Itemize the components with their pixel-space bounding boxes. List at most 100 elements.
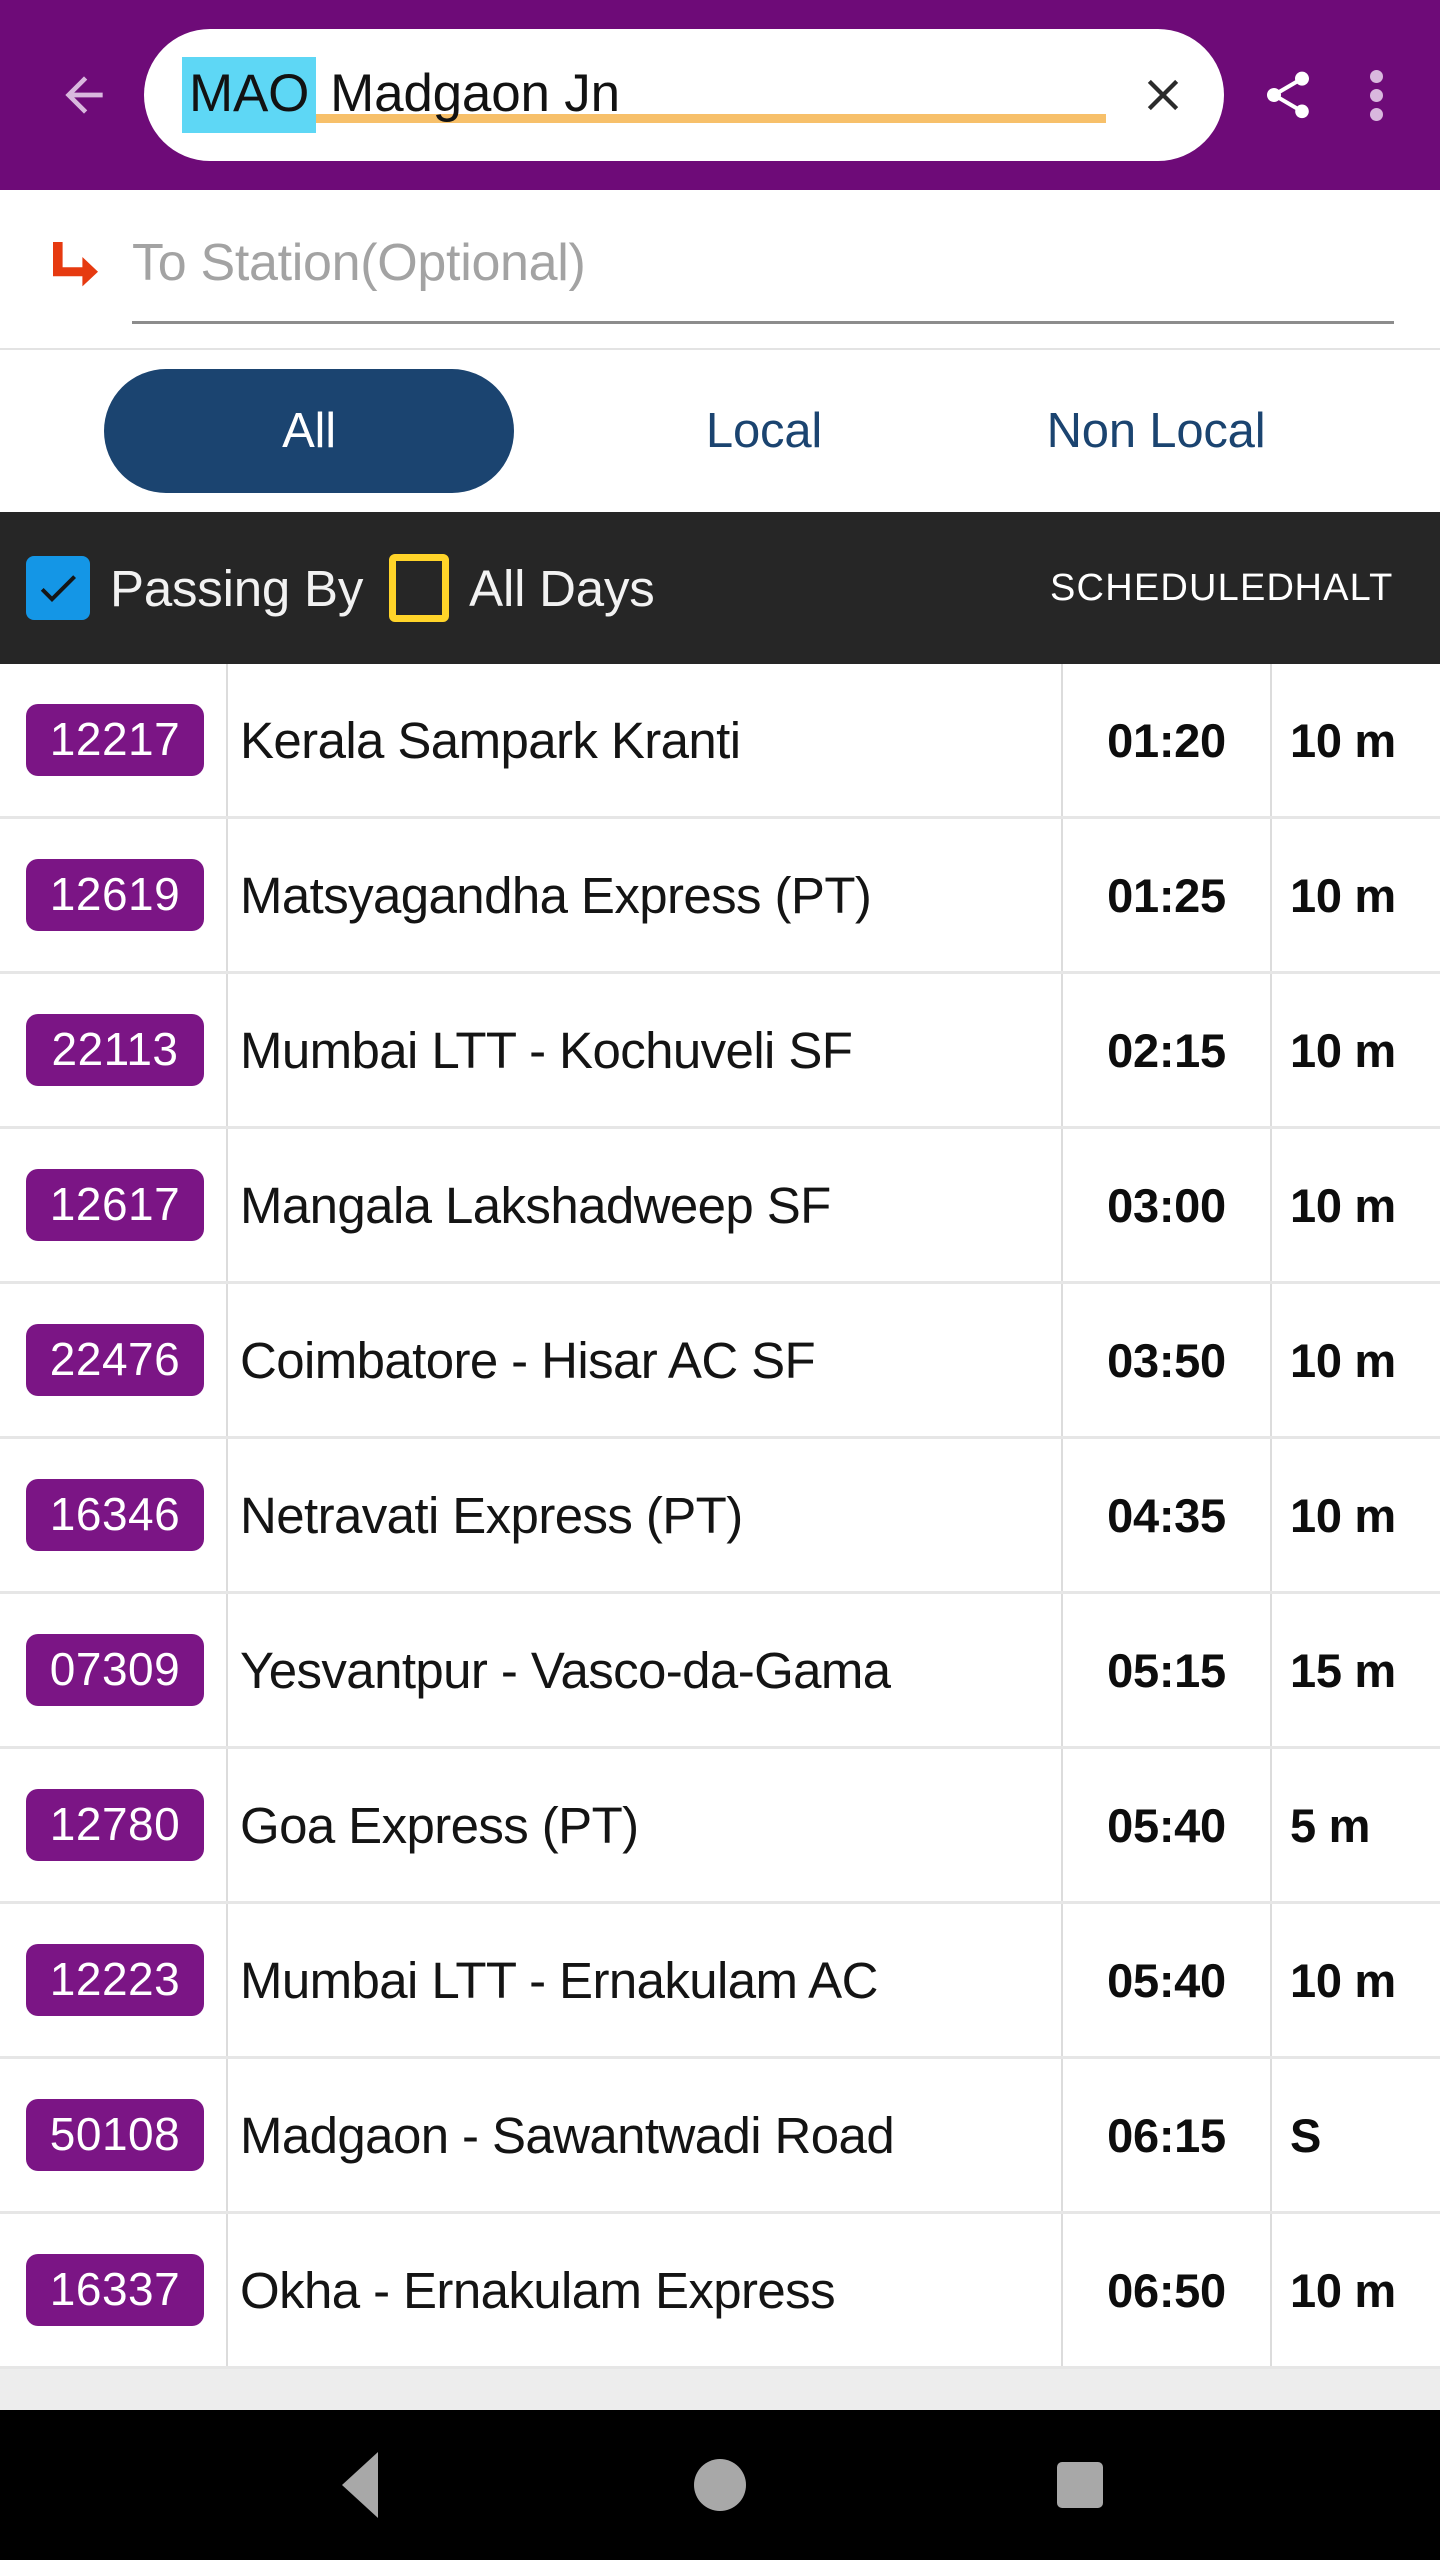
table-row[interactable]: 50108 Madgaon - Sawantwadi Road 06:15 S xyxy=(0,2059,1440,2214)
train-name-cell: Netravati Express (PT) xyxy=(228,1439,1063,1591)
clear-search-button[interactable] xyxy=(1120,52,1206,138)
search-field[interactable]: MAO Madgaon Jn xyxy=(144,29,1224,161)
more-vertical-icon xyxy=(1369,64,1383,127)
table-row[interactable]: 16346 Netravati Express (PT) 04:35 10 m xyxy=(0,1439,1440,1594)
train-name-cell: Goa Express (PT) xyxy=(228,1749,1063,1901)
train-scheduled-cell: 01:25 xyxy=(1063,819,1272,971)
train-halt-duration: 10 m xyxy=(1290,1333,1396,1387)
train-number-badge: 12217 xyxy=(26,704,204,776)
table-row[interactable]: 22113 Mumbai LTT - Kochuveli SF 02:15 10 m xyxy=(0,974,1440,1129)
train-scheduled-time: 04:35 xyxy=(1107,1488,1226,1542)
circle-home-icon xyxy=(694,2459,746,2511)
table-row[interactable]: 12619 Matsyagandha Express (PT) 01:25 10 m xyxy=(0,819,1440,974)
train-number-badge: 12780 xyxy=(26,1789,204,1861)
table-row[interactable]: 12780 Goa Express (PT) 05:40 5 m xyxy=(0,1749,1440,1904)
all-days-checkbox[interactable] xyxy=(389,554,450,622)
top-app-bar: MAO Madgaon Jn xyxy=(0,0,1440,190)
tab-non-local[interactable]: Non Local xyxy=(1006,403,1306,459)
train-scheduled-cell: 03:50 xyxy=(1063,1284,1272,1436)
table-row[interactable]: 07309 Yesvantpur - Vasco-da-Gama 05:15 15 m xyxy=(0,1594,1440,1749)
train-halt-cell: 10 m xyxy=(1272,974,1440,1126)
passing-by-label: Passing By xyxy=(110,559,364,617)
share-icon xyxy=(1267,71,1309,119)
to-station-placeholder: To Station(Optional) xyxy=(132,233,586,292)
train-name-cell: Okha - Ernakulam Express xyxy=(228,2214,1063,2366)
passing-by-checkbox[interactable] xyxy=(26,556,90,620)
nav-back-button[interactable] xyxy=(300,2425,420,2545)
menu-dot-3 xyxy=(1369,107,1383,121)
train-scheduled-time: 05:15 xyxy=(1107,1643,1226,1697)
checkbox-checked-icon xyxy=(40,575,76,602)
train-name-text: Goa Express (PT) xyxy=(240,1796,639,1854)
train-scheduled-time: 03:00 xyxy=(1107,1178,1226,1232)
train-scheduled-cell: 05:40 xyxy=(1063,1749,1272,1901)
train-number-badge: 16346 xyxy=(26,1479,204,1551)
share-button[interactable] xyxy=(1238,45,1338,145)
overflow-menu-button[interactable] xyxy=(1338,45,1414,145)
nav-home-button[interactable] xyxy=(660,2425,780,2545)
train-name-text: Matsyagandha Express (PT) xyxy=(240,866,872,924)
train-halt-cell: 10 m xyxy=(1272,1129,1440,1281)
tab-local[interactable]: Local xyxy=(614,403,914,459)
train-halt-cell: 10 m xyxy=(1272,2214,1440,2366)
nav-recents-button[interactable] xyxy=(1020,2425,1140,2545)
train-halt-duration: 10 m xyxy=(1290,2263,1396,2317)
train-number-badge: 12619 xyxy=(26,859,204,931)
menu-dot-1 xyxy=(1369,69,1383,83)
train-scheduled-cell: 05:15 xyxy=(1063,1594,1272,1746)
table-row[interactable]: 12617 Mangala Lakshadweep SF 03:00 10 m xyxy=(0,1129,1440,1284)
table-row[interactable]: 22476 Coimbatore - Hisar AC SF 03:50 10 m xyxy=(0,1284,1440,1439)
train-number-cell: 16346 xyxy=(0,1439,228,1591)
train-halt-duration: S xyxy=(1290,2108,1322,2162)
train-number-cell: 12780 xyxy=(0,1749,228,1901)
train-halt-duration: 10 m xyxy=(1290,1023,1396,1077)
table-row[interactable]: 12217 Kerala Sampark Kranti 01:20 10 m xyxy=(0,664,1440,819)
train-name-text: Kerala Sampark Kranti xyxy=(240,711,741,769)
app-screen: MAO Madgaon Jn To Station(Optional) All … xyxy=(0,0,1440,2560)
train-halt-duration: 5 m xyxy=(1290,1798,1371,1852)
back-button[interactable] xyxy=(36,47,132,143)
station-name-text: Madgaon Jn xyxy=(330,63,620,123)
station-code-highlight: MAO xyxy=(182,56,317,133)
train-halt-cell: 15 m xyxy=(1272,1594,1440,1746)
train-number-cell: 12619 xyxy=(0,819,228,971)
train-halt-cell: S xyxy=(1272,2059,1440,2211)
to-station-arrow xyxy=(26,224,116,314)
train-halt-cell: 10 m xyxy=(1272,664,1440,816)
corner-down-right-arrow-icon xyxy=(53,242,98,287)
train-halt-cell: 5 m xyxy=(1272,1749,1440,1901)
train-number-badge: 22476 xyxy=(26,1324,204,1396)
train-number-badge: 16337 xyxy=(26,2254,204,2326)
train-name-text: Netravati Express (PT) xyxy=(240,1486,743,1544)
arrow-left-icon xyxy=(65,76,103,114)
to-station-input[interactable]: To Station(Optional) xyxy=(132,214,1394,324)
train-scheduled-cell: 03:00 xyxy=(1063,1129,1272,1281)
train-number-badge: 22113 xyxy=(26,1014,204,1086)
train-name-cell: Mumbai LTT - Kochuveli SF xyxy=(228,974,1063,1126)
train-halt-cell: 10 m xyxy=(1272,1904,1440,2056)
close-icon xyxy=(1147,79,1179,111)
train-scheduled-time: 02:15 xyxy=(1107,1023,1226,1077)
train-scheduled-cell: 01:20 xyxy=(1063,664,1272,816)
train-number-badge: 50108 xyxy=(26,2099,204,2171)
train-scheduled-cell: 04:35 xyxy=(1063,1439,1272,1591)
column-header-scheduled: SCHEDULED xyxy=(1050,566,1296,609)
passing-by-filter[interactable]: Passing By xyxy=(26,556,363,620)
train-number-cell: 16337 xyxy=(0,2214,228,2366)
table-row[interactable]: 16337 Okha - Ernakulam Express 06:50 10 m xyxy=(0,2214,1440,2369)
train-halt-duration: 15 m xyxy=(1290,1643,1396,1697)
train-number-cell: 22476 xyxy=(0,1284,228,1436)
train-list[interactable]: 12217 Kerala Sampark Kranti 01:20 10 m 12619… xyxy=(0,664,1440,2410)
train-halt-cell: 10 m xyxy=(1272,1284,1440,1436)
train-number-cell: 07309 xyxy=(0,1594,228,1746)
train-number-badge: 07309 xyxy=(26,1634,204,1706)
all-days-filter[interactable]: All Days xyxy=(389,554,655,622)
train-number-cell: 50108 xyxy=(0,2059,228,2211)
tab-all[interactable]: All xyxy=(104,369,514,493)
train-number-cell: 22113 xyxy=(0,974,228,1126)
table-row[interactable]: 12223 Mumbai LTT - Ernakulam AC 05:40 10 m xyxy=(0,1904,1440,2059)
train-scheduled-cell: 06:15 xyxy=(1063,2059,1272,2211)
train-name-text: Mumbai LTT - Ernakulam AC xyxy=(240,1951,878,2009)
train-name-text: Mumbai LTT - Kochuveli SF xyxy=(240,1021,853,1079)
train-name-text: Yesvantpur - Vasco-da-Gama xyxy=(240,1641,891,1699)
